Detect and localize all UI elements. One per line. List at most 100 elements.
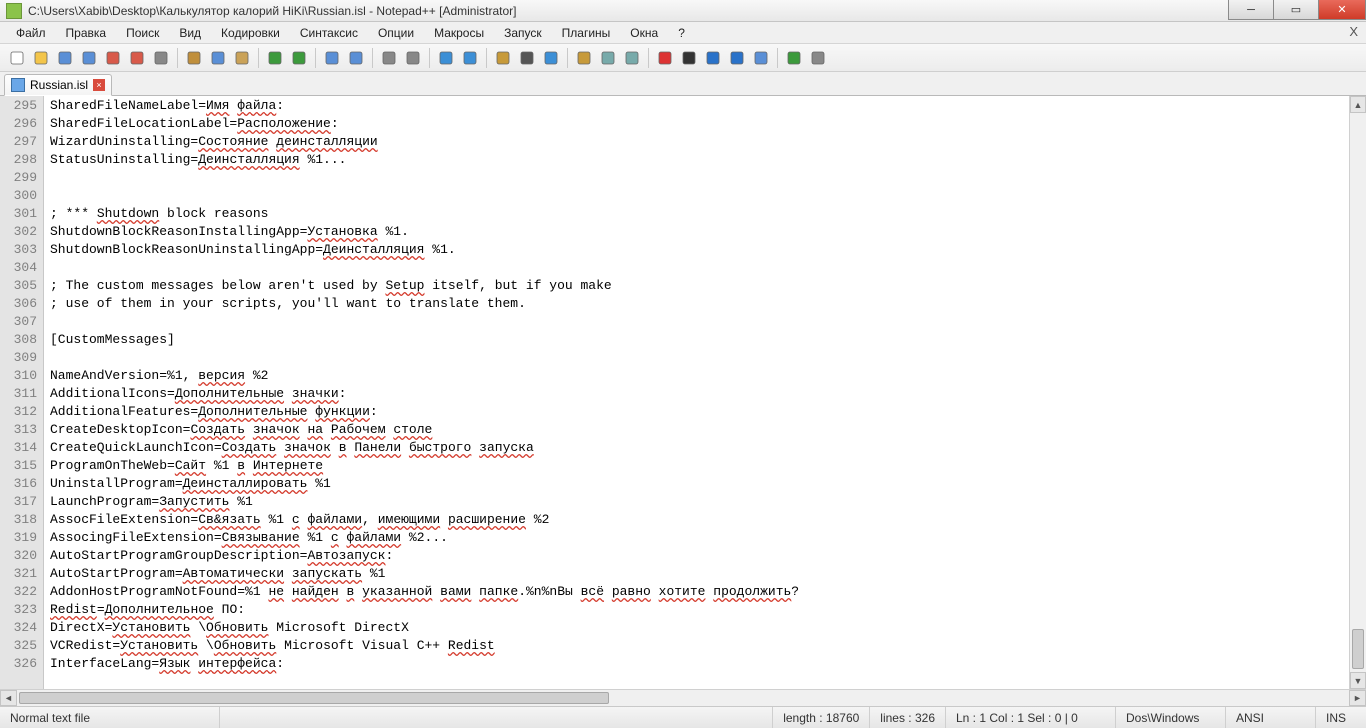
line-number: 307 (0, 313, 37, 331)
print-icon[interactable] (150, 47, 172, 69)
line-number: 302 (0, 223, 37, 241)
cut-icon[interactable] (183, 47, 205, 69)
sync-v-icon[interactable] (435, 47, 457, 69)
scroll-down-icon[interactable]: ▼ (1350, 672, 1366, 689)
tab-russian-isl[interactable]: Russian.isl × (4, 74, 112, 96)
close-icon[interactable] (102, 47, 124, 69)
code-line (50, 187, 1349, 205)
mdi-close-icon[interactable]: X (1349, 24, 1358, 39)
save-all-icon[interactable] (78, 47, 100, 69)
show-all-chars-icon[interactable] (516, 47, 538, 69)
menu-file[interactable]: Файл (8, 24, 54, 42)
indent-guide-icon[interactable] (540, 47, 562, 69)
new-file-icon[interactable] (6, 47, 28, 69)
redo-icon[interactable] (288, 47, 310, 69)
status-lines: lines : 326 (870, 707, 946, 728)
wordwrap-icon[interactable] (492, 47, 514, 69)
code-line (50, 313, 1349, 331)
save-icon[interactable] (54, 47, 76, 69)
minimize-button[interactable]: ─ (1228, 0, 1274, 20)
line-number: 303 (0, 241, 37, 259)
hscroll-thumb[interactable] (19, 692, 609, 704)
maximize-button[interactable]: ▭ (1273, 0, 1319, 20)
line-number: 309 (0, 349, 37, 367)
tabbar: Russian.isl × (0, 72, 1366, 96)
hscroll-track[interactable] (17, 690, 1349, 706)
code-line: InterfaceLang=Язык интерфейса: (50, 655, 1349, 673)
close-all-icon[interactable] (126, 47, 148, 69)
menubar: Файл Правка Поиск Вид Кодировки Синтакси… (0, 22, 1366, 44)
macro-record-icon[interactable] (654, 47, 676, 69)
zoom-in-icon[interactable] (378, 47, 400, 69)
folder-as-project-icon[interactable] (573, 47, 595, 69)
scroll-right-icon[interactable]: ► (1349, 690, 1366, 706)
menu-language[interactable]: Синтаксис (292, 24, 366, 42)
macro-save-icon[interactable] (750, 47, 772, 69)
toolbar-separator (567, 48, 568, 68)
scroll-left-icon[interactable]: ◄ (0, 690, 17, 706)
close-button[interactable]: ✕ (1318, 0, 1366, 20)
menu-window[interactable]: Окна (622, 24, 666, 42)
paste-icon[interactable] (231, 47, 253, 69)
code-line: NameAndVersion=%1, версия %2 (50, 367, 1349, 385)
menu-macro[interactable]: Макросы (426, 24, 492, 42)
file-icon (11, 78, 25, 92)
find-icon[interactable] (321, 47, 343, 69)
line-number: 306 (0, 295, 37, 313)
menu-edit[interactable]: Правка (58, 24, 115, 42)
horizontal-scrollbar[interactable]: ◄ ► (0, 689, 1366, 706)
menu-view[interactable]: Вид (171, 24, 209, 42)
line-number-gutter: 2952962972982993003013023033043053063073… (0, 96, 44, 689)
menu-run[interactable]: Запуск (496, 24, 550, 42)
line-number: 299 (0, 169, 37, 187)
sync-h-icon[interactable] (459, 47, 481, 69)
code-line: LaunchProgram=Запустить %1 (50, 493, 1349, 511)
line-number: 304 (0, 259, 37, 277)
open-file-icon[interactable] (30, 47, 52, 69)
line-number: 296 (0, 115, 37, 133)
status-insert-mode: INS (1316, 707, 1366, 728)
vertical-scrollbar[interactable]: ▲ ▼ (1349, 96, 1366, 689)
toolbar-separator (315, 48, 316, 68)
line-number: 301 (0, 205, 37, 223)
code-line: AdditionalFeatures=Дополнительные функци… (50, 403, 1349, 421)
line-number: 311 (0, 385, 37, 403)
titlebar: C:\Users\Xabib\Desktop\Калькулятор калор… (0, 0, 1366, 22)
macro-play-icon[interactable] (702, 47, 724, 69)
macro-play-multi-icon[interactable] (726, 47, 748, 69)
tab-close-icon[interactable]: × (93, 79, 105, 91)
line-number: 316 (0, 475, 37, 493)
line-number: 300 (0, 187, 37, 205)
function-list-icon[interactable] (621, 47, 643, 69)
scroll-up-icon[interactable]: ▲ (1350, 96, 1366, 113)
code-line: AutoStartProgramGroupDescription=Автозап… (50, 547, 1349, 565)
status-eol: Dos\Windows (1116, 707, 1226, 728)
copy-icon[interactable] (207, 47, 229, 69)
menu-settings[interactable]: Опции (370, 24, 422, 42)
line-number: 310 (0, 367, 37, 385)
scrollbar-thumb[interactable] (1352, 629, 1364, 669)
replace-icon[interactable] (345, 47, 367, 69)
status-encoding: ANSI (1226, 707, 1316, 728)
line-number: 326 (0, 655, 37, 673)
menu-help[interactable]: ? (670, 24, 693, 42)
code-area[interactable]: SharedFileNameLabel=Имя файла:SharedFile… (44, 96, 1349, 689)
doc-map-icon[interactable] (597, 47, 619, 69)
menu-plugins[interactable]: Плагины (554, 24, 619, 42)
line-number: 305 (0, 277, 37, 295)
menu-encoding[interactable]: Кодировки (213, 24, 288, 42)
toolbar-separator (648, 48, 649, 68)
line-number: 295 (0, 97, 37, 115)
status-spacer (220, 707, 773, 728)
code-line: ShutdownBlockReasonUninstallingApp=Деинс… (50, 241, 1349, 259)
line-number: 297 (0, 133, 37, 151)
spellcheck-icon[interactable] (783, 47, 805, 69)
undo-icon[interactable] (264, 47, 286, 69)
macro-stop-icon[interactable] (678, 47, 700, 69)
line-number: 321 (0, 565, 37, 583)
spellcheck-lang-icon[interactable] (807, 47, 829, 69)
code-line: ProgramOnTheWeb=Сайт %1 в Интернете (50, 457, 1349, 475)
window-title: C:\Users\Xabib\Desktop\Калькулятор калор… (28, 4, 1229, 18)
menu-search[interactable]: Поиск (118, 24, 167, 42)
zoom-out-icon[interactable] (402, 47, 424, 69)
